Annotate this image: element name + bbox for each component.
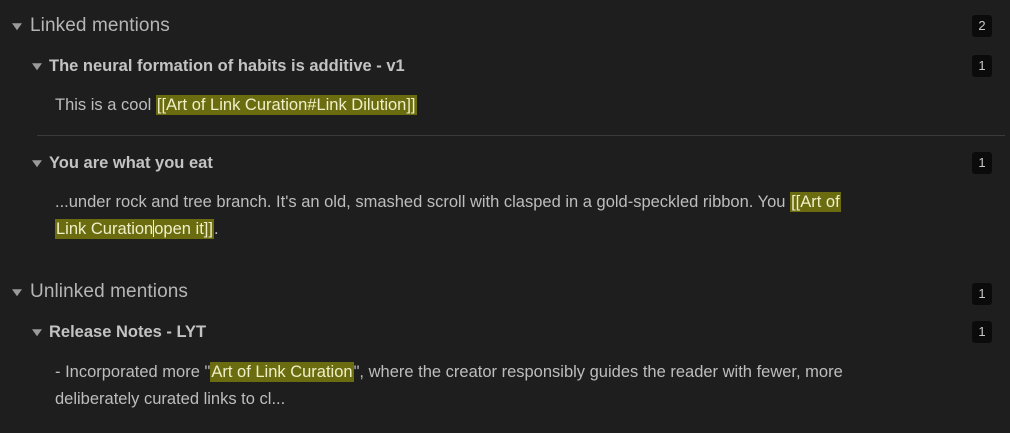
highlighted-link[interactable]: Link Curationopen it]]: [55, 219, 214, 239]
linked-mentions-header[interactable]: Linked mentions 2: [0, 11, 1010, 41]
divider: [37, 135, 1005, 136]
highlighted-link[interactable]: [[Art of: [790, 192, 841, 212]
collapse-caret-icon[interactable]: [12, 23, 22, 31]
collapse-caret-icon[interactable]: [32, 63, 42, 71]
linked-file-header[interactable]: The neural formation of habits is additi…: [0, 53, 1010, 79]
snippet-text: deliberately curated links to cl...: [55, 390, 286, 408]
unlinked-file-header[interactable]: Release Notes - LYT 1: [0, 319, 1010, 345]
linked-file-count: 1: [972, 152, 992, 174]
linked-mention-snippet[interactable]: This is a cool [[Art of Link Curation#Li…: [55, 92, 960, 119]
linked-mentions-title: Linked mentions: [30, 15, 170, 36]
link-text: Link Curation: [56, 220, 154, 238]
linked-file-count: 1: [972, 55, 992, 77]
backlinks-pane: Linked mentions 2 The neural formation o…: [0, 0, 1010, 433]
unlinked-file-title[interactable]: Release Notes - LYT: [49, 323, 206, 342]
unlinked-mentions-header[interactable]: Unlinked mentions 1: [0, 277, 1010, 307]
linked-mention-snippet[interactable]: ...under rock and tree branch. It's an o…: [55, 189, 952, 243]
unlinked-file-count: 1: [972, 321, 992, 343]
link-text: open it]]: [154, 220, 213, 238]
snippet-text: - Incorporated more ": [55, 363, 211, 381]
highlighted-mention[interactable]: Art of Link Curation: [210, 362, 354, 382]
snippet-text: ", where the creator responsibly guides …: [353, 363, 843, 381]
snippet-text: This is a cool: [55, 96, 156, 114]
linked-file-title[interactable]: You are what you eat: [49, 154, 213, 173]
linked-mentions-count: 2: [972, 15, 992, 37]
highlighted-link[interactable]: [[Art of Link Curation#Link Dilution]]: [155, 95, 417, 115]
linked-file-title[interactable]: The neural formation of habits is additi…: [49, 57, 405, 76]
unlinked-mentions-title: Unlinked mentions: [30, 281, 189, 302]
snippet-text: .: [213, 220, 219, 238]
unlinked-mention-snippet[interactable]: - Incorporated more "Art of Link Curatio…: [55, 359, 960, 413]
collapse-caret-icon[interactable]: [12, 289, 22, 297]
linked-file-header[interactable]: You are what you eat 1: [0, 150, 1010, 176]
collapse-caret-icon[interactable]: [32, 329, 42, 337]
unlinked-mentions-count: 1: [972, 283, 992, 305]
collapse-caret-icon[interactable]: [32, 160, 42, 168]
snippet-text: ...under rock and tree branch. It's an o…: [55, 193, 791, 211]
